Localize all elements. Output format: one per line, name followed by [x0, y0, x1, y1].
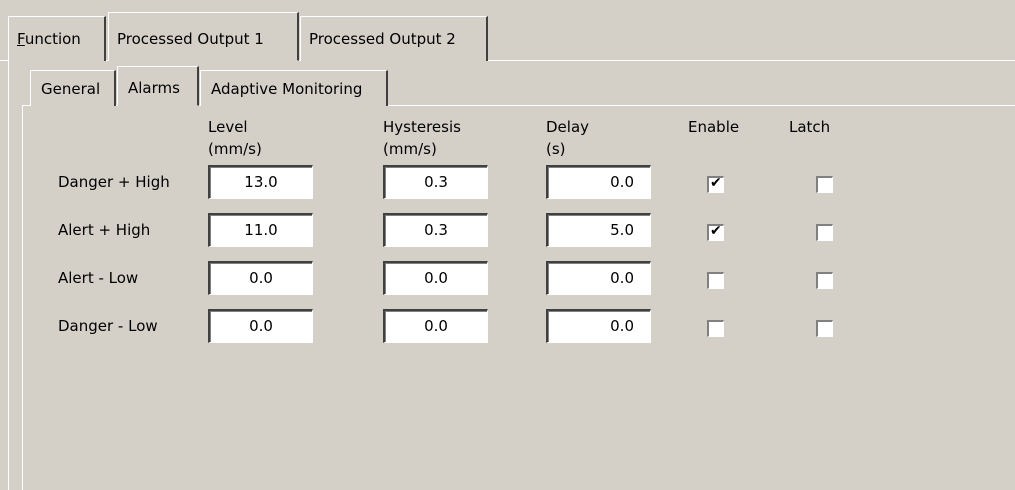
enable-header: Enable — [688, 118, 740, 136]
hysteresis-header: Hysteresis (mm/s) — [383, 116, 461, 160]
alert-high-hysteresis-field[interactable]: 0.3 — [383, 213, 488, 247]
danger-low-hysteresis-field[interactable]: 0.0 — [383, 309, 488, 343]
alert-high-enable-checkbox[interactable]: ✔ — [707, 223, 724, 241]
tab-alarms-label: Alarms — [128, 79, 180, 97]
delay-header-unit: (s) — [546, 140, 566, 158]
danger-low-latch-checkbox[interactable] — [816, 320, 833, 337]
alert-low-hysteresis-field[interactable]: 0.0 — [383, 261, 488, 295]
row-label-alert-high: Alert + High — [58, 221, 151, 239]
danger-high-latch-checkbox[interactable] — [816, 176, 833, 193]
alert-low-enable-checkbox[interactable] — [707, 272, 724, 289]
danger-high-enable-checkbox[interactable]: ✔ — [707, 175, 724, 193]
alert-high-level-field[interactable]: 11.0 — [208, 213, 313, 247]
alert-high-latch-checkbox[interactable] — [816, 224, 833, 241]
tab-alarms[interactable]: Alarms — [117, 66, 199, 106]
tab-general-label: General — [41, 80, 101, 98]
row-label-alert-low: Alert - Low — [58, 269, 139, 287]
danger-high-hysteresis-field[interactable]: 0.3 — [383, 165, 488, 199]
danger-low-delay-field[interactable]: 0.0 — [546, 309, 651, 343]
row-label-danger-high: Danger + High — [58, 173, 170, 191]
hysteresis-header-name: Hysteresis — [383, 118, 461, 136]
tab-function-accel: F — [17, 30, 25, 48]
level-header: Level (mm/s) — [208, 116, 262, 160]
tab-general[interactable]: General — [30, 70, 116, 106]
hysteresis-header-unit: (mm/s) — [383, 140, 437, 158]
danger-low-level-field[interactable]: 0.0 — [208, 309, 313, 343]
tab-processed-output-2-label: Processed Output 2 — [309, 30, 456, 48]
tab-function-label: unction — [24, 30, 81, 48]
tab-processed-output-2[interactable]: Processed Output 2 — [300, 16, 488, 61]
tab-function[interactable]: Function — [8, 16, 106, 61]
row-label-danger-low: Danger - Low — [58, 317, 158, 335]
tab-processed-output-1[interactable]: Processed Output 1 — [108, 12, 299, 61]
check-mark-icon: ✔ — [710, 175, 722, 191]
level-header-unit: (mm/s) — [208, 140, 262, 158]
danger-low-enable-checkbox[interactable] — [707, 320, 724, 337]
danger-high-delay-field[interactable]: 0.0 — [546, 165, 651, 199]
delay-header-name: Delay — [546, 118, 590, 136]
tab-adaptive-monitoring-label: Adaptive Monitoring — [211, 80, 363, 98]
alarms-panel — [22, 105, 1015, 490]
delay-header: Delay (s) — [546, 116, 589, 160]
alert-high-delay-field[interactable]: 5.0 — [546, 213, 651, 247]
alert-low-level-field[interactable]: 0.0 — [208, 261, 313, 295]
tab-processed-output-1-label: Processed Output 1 — [117, 30, 264, 48]
alert-low-latch-checkbox[interactable] — [816, 272, 833, 289]
danger-high-level-field[interactable]: 13.0 — [208, 165, 313, 199]
check-mark-icon: ✔ — [710, 223, 722, 239]
alert-low-delay-field[interactable]: 0.0 — [546, 261, 651, 295]
tab-adaptive-monitoring[interactable]: Adaptive Monitoring — [200, 70, 388, 106]
level-header-name: Level — [208, 118, 248, 136]
latch-header: Latch — [789, 118, 831, 136]
